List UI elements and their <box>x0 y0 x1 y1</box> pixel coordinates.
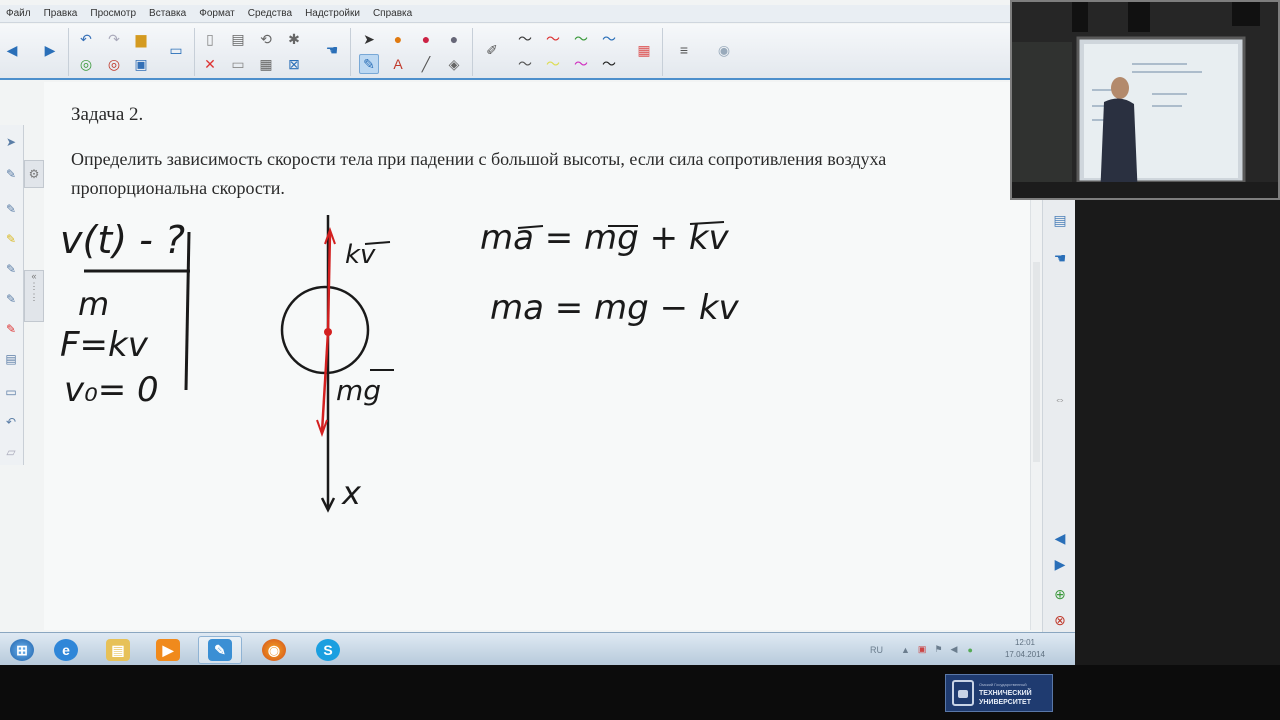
gallery-icon[interactable]: ☚ <box>1049 248 1071 268</box>
gravity-force-label: mg <box>336 374 382 407</box>
drag-force-label: kv <box>345 240 376 270</box>
screen: Файл Правка Просмотр Вставка Формат Сред… <box>0 0 1280 720</box>
lecturer-video-inset <box>1010 0 1280 200</box>
add-page-icon[interactable]: ⊕ <box>1049 584 1071 604</box>
logo-line1: Омский Государственный <box>979 681 1027 687</box>
file-explorer-icon[interactable]: ▤ <box>96 636 140 664</box>
language-indicator[interactable]: RU <box>870 645 883 655</box>
clock-date: 17.04.2014 <box>1004 650 1045 659</box>
internet-explorer-icon[interactable]: e <box>44 636 88 664</box>
forward-arrow-icon[interactable]: ▶ <box>1049 554 1071 574</box>
axis-x-label: x <box>342 474 361 512</box>
firefox-icon[interactable]: ◉ <box>252 636 296 664</box>
tray-arrow-icon[interactable]: ▲ <box>901 645 910 655</box>
power-icon[interactable]: ● <box>967 645 972 655</box>
smart-notebook-icon[interactable]: ✎ <box>198 636 242 664</box>
skype-icon[interactable]: S <box>306 636 350 664</box>
media-player-icon[interactable]: ▶ <box>146 636 190 664</box>
windows-start-icon[interactable]: ⊞ <box>0 636 44 664</box>
lecturer-video-frame <box>1012 2 1278 198</box>
equation-vector-form: ma = mg + kv <box>480 218 729 258</box>
clock[interactable]: 12:01 17.04.2014 <box>1005 637 1045 661</box>
dark-background <box>1075 200 1280 665</box>
logo-line3: УНИВЕРСИТЕТ <box>979 698 1031 706</box>
back-arrow-icon[interactable]: ◀ <box>1049 528 1071 548</box>
logo-line2: ТЕХНИЧЕСКИЙ <box>979 689 1032 697</box>
clock-time: 12:01 <box>1014 638 1035 647</box>
smart-notebook-window: Файл Правка Просмотр Вставка Формат Сред… <box>0 0 1075 632</box>
page-sorter-icon[interactable]: ▤ <box>1049 210 1071 230</box>
given-divider <box>184 231 191 391</box>
side-panel: ▤ ☚ ⇔ ◀ ▶ ⊕ ⊗ <box>1042 200 1075 632</box>
resize-handle-icon[interactable]: ⇔ <box>1049 390 1071 410</box>
equation-scalar-form: ma = mg − kv <box>490 288 739 328</box>
flag-icon[interactable]: ⚑ <box>934 644 942 655</box>
delete-page-icon[interactable]: ⊗ <box>1049 610 1071 630</box>
network-icon[interactable]: ▣ <box>918 644 927 655</box>
university-logo: Омский Государственный ТЕХНИЧЕСКИЙ УНИВЕ… <box>945 674 1053 712</box>
volume-icon[interactable]: ◀ <box>951 644 958 655</box>
university-seal-icon <box>952 680 974 706</box>
scrollbar-thumb[interactable] <box>1033 262 1040 462</box>
windows-taskbar: ⊞ e ▤ ▶ ✎ ◉ S RU ▲ ▣ ⚑ ◀ ● 12:01 17.04.2… <box>0 632 1075 665</box>
